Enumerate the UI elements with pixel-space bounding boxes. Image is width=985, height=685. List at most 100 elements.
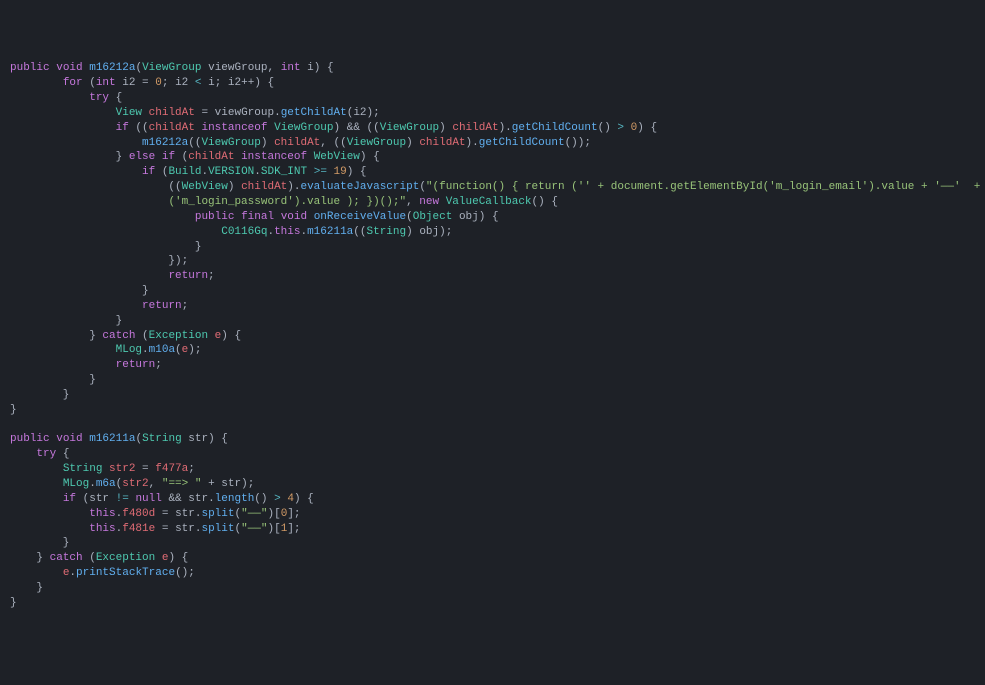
method: getChildCount: [512, 122, 598, 134]
number: 0: [155, 77, 162, 89]
number: 0: [281, 508, 288, 520]
keyword-this: this: [274, 226, 300, 238]
keyword-try: try: [89, 92, 109, 104]
keyword-if: if: [142, 166, 155, 178]
keyword-public: public: [10, 433, 50, 445]
cls: C0116Gq: [221, 226, 267, 238]
op: >: [274, 493, 281, 505]
var: str2: [109, 463, 135, 475]
keyword-public: public: [195, 211, 235, 223]
var: str: [89, 493, 109, 505]
param: obj: [459, 211, 479, 223]
string: "==> ": [162, 478, 202, 490]
keyword-new: new: [419, 196, 439, 208]
method-name: m16212a: [89, 62, 135, 74]
keyword-for: for: [63, 77, 83, 89]
number: 0: [631, 122, 638, 134]
type: Exception: [149, 330, 208, 342]
type: int: [96, 77, 116, 89]
code-editor[interactable]: public void m16212a(ViewGroup viewGroup,…: [10, 61, 985, 610]
var: i: [208, 77, 215, 89]
string: ('m_login_password').value ); })();": [168, 196, 406, 208]
var: childAt: [149, 107, 195, 119]
type: Exception: [96, 552, 155, 564]
method: m16211a: [307, 226, 353, 238]
keyword-this: this: [89, 523, 115, 535]
inc: i2++: [228, 77, 254, 89]
string: "——": [241, 508, 267, 520]
method: onReceiveValue: [314, 211, 406, 223]
arg: obj: [419, 226, 439, 238]
field: SDK_INT: [261, 166, 307, 178]
method: getChildAt: [281, 107, 347, 119]
arg: i2: [353, 107, 366, 119]
op: >=: [314, 166, 327, 178]
keyword-instanceof: instanceof: [201, 122, 267, 134]
cls: MLog: [116, 344, 142, 356]
method: getChildCount: [479, 137, 565, 149]
type: ViewGroup: [142, 62, 201, 74]
type: String: [63, 463, 103, 475]
cast: ViewGroup: [380, 122, 439, 134]
string: "——": [241, 523, 267, 535]
keyword-try: try: [36, 448, 56, 460]
string: "(function() { return ('' + document.get…: [426, 181, 985, 193]
var: childAt: [241, 181, 287, 193]
keyword-if: if: [116, 122, 129, 134]
var: i2: [175, 77, 188, 89]
keyword-catch: catch: [102, 330, 135, 342]
var: e: [215, 330, 222, 342]
obj: viewGroup: [215, 107, 274, 119]
op: <: [195, 77, 202, 89]
obj: str: [175, 523, 195, 535]
type: int: [281, 62, 301, 74]
type: String: [142, 433, 182, 445]
var: childAt: [188, 151, 234, 163]
var: childAt: [419, 137, 465, 149]
method: evaluateJavascript: [300, 181, 419, 193]
type: ValueCallback: [446, 196, 532, 208]
keyword-public: public: [10, 62, 50, 74]
param: viewGroup: [208, 62, 267, 74]
keyword-this: this: [89, 508, 115, 520]
param: i: [307, 62, 314, 74]
method: printStackTrace: [76, 567, 175, 579]
keyword-if: if: [162, 151, 175, 163]
number: 19: [334, 166, 347, 178]
method-name: m16211a: [89, 433, 135, 445]
type: View: [116, 107, 142, 119]
op: !=: [116, 493, 129, 505]
keyword-catch: catch: [50, 552, 83, 564]
type: Object: [413, 211, 453, 223]
var: i2: [122, 77, 135, 89]
method: m6a: [96, 478, 116, 490]
field: f480d: [122, 508, 155, 520]
keyword-return: return: [168, 270, 208, 282]
cast: ViewGroup: [347, 137, 406, 149]
method: split: [201, 508, 234, 520]
cast: ViewGroup: [201, 137, 260, 149]
method: m16212a: [142, 137, 188, 149]
keyword-return: return: [142, 300, 182, 312]
var: e: [162, 552, 169, 564]
cls: Build: [168, 166, 201, 178]
obj: e: [63, 567, 70, 579]
var: str: [188, 493, 208, 505]
type: WebView: [314, 151, 360, 163]
arg: e: [182, 344, 189, 356]
param: str: [188, 433, 208, 445]
keyword-null: null: [135, 493, 161, 505]
cast: WebView: [182, 181, 228, 193]
keyword-instanceof: instanceof: [241, 151, 307, 163]
arg: str: [221, 478, 241, 490]
keyword-final: final: [241, 211, 274, 223]
method: m10a: [149, 344, 175, 356]
cast: String: [367, 226, 407, 238]
keyword-void: void: [281, 211, 307, 223]
type: ViewGroup: [274, 122, 333, 134]
method: split: [201, 523, 234, 535]
cls: VERSION: [208, 166, 254, 178]
keyword-if: if: [63, 493, 76, 505]
arg: str2: [122, 478, 148, 490]
var: childAt: [274, 137, 320, 149]
